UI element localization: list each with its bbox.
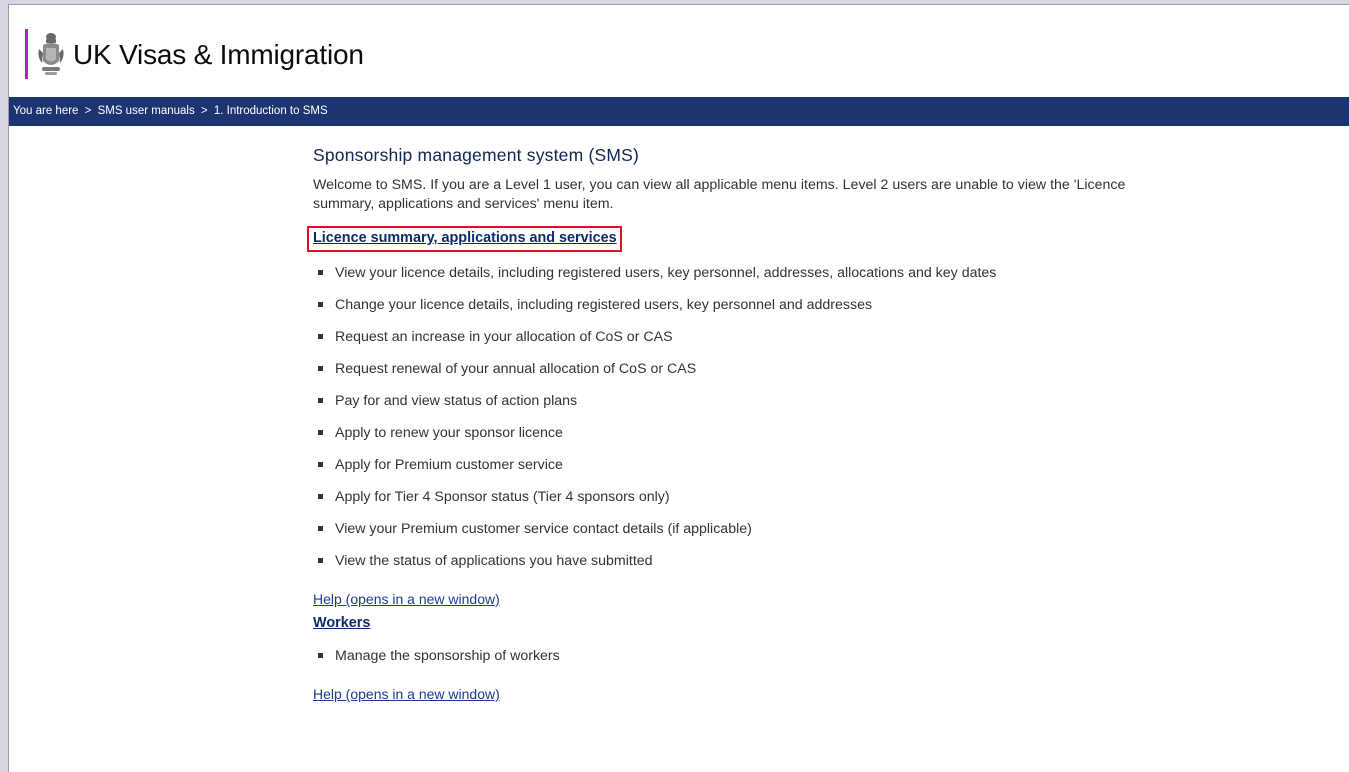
licence-services-list: View your licence details, including reg…: [313, 264, 1133, 571]
list-item: Apply to renew your sponsor licence: [313, 424, 1125, 443]
intro-text: Welcome to SMS. If you are a Level 1 use…: [313, 177, 1126, 212]
list-item: View the status of applications you have…: [313, 552, 1125, 571]
main-content: Sponsorship management system (SMS) Welc…: [307, 145, 1133, 702]
breadcrumb: You are here > SMS user manuals > 1. Int…: [9, 97, 1349, 126]
breadcrumb-item-introduction: 1. Introduction to SMS: [213, 105, 328, 117]
list-item: View your Premium customer service conta…: [313, 520, 1125, 539]
brand-name: UK Visas & Immigration: [73, 39, 364, 70]
list-item: Apply for Premium customer service: [313, 456, 1125, 475]
masthead: UK Visas & Immigration: [9, 5, 1349, 97]
licence-help-link[interactable]: Help (opens in a new window): [313, 591, 1133, 607]
browser-frame: UK Visas & Immigration You are here > SM…: [8, 4, 1349, 772]
page-title: Sponsorship management system (SMS): [313, 145, 640, 165]
list-item: Apply for Tier 4 Sponsor status (Tier 4 …: [313, 488, 1125, 507]
list-item: Request an increase in your allocation o…: [313, 328, 1125, 347]
breadcrumb-separator: >: [84, 105, 92, 117]
licence-summary-link[interactable]: Licence summary, applications and servic…: [307, 226, 622, 252]
workers-help-link[interactable]: Help (opens in a new window): [313, 686, 1133, 702]
breadcrumb-separator: >: [200, 105, 208, 117]
workers-link[interactable]: Workers: [313, 615, 370, 631]
royal-crest-icon: [38, 33, 64, 75]
list-item: Request renewal of your annual allocatio…: [313, 360, 1125, 379]
list-item: Change your licence details, including r…: [313, 296, 1125, 315]
brand-accent-bar: [25, 29, 28, 79]
breadcrumb-prefix: You are here: [13, 105, 79, 117]
list-item: View your licence details, including reg…: [313, 264, 1125, 283]
workers-list: Manage the sponsorship of workers: [313, 647, 1133, 666]
breadcrumb-item-sms-user-manuals[interactable]: SMS user manuals: [98, 105, 195, 117]
list-item: Manage the sponsorship of workers: [313, 647, 1125, 666]
list-item: Pay for and view status of action plans: [313, 392, 1125, 411]
